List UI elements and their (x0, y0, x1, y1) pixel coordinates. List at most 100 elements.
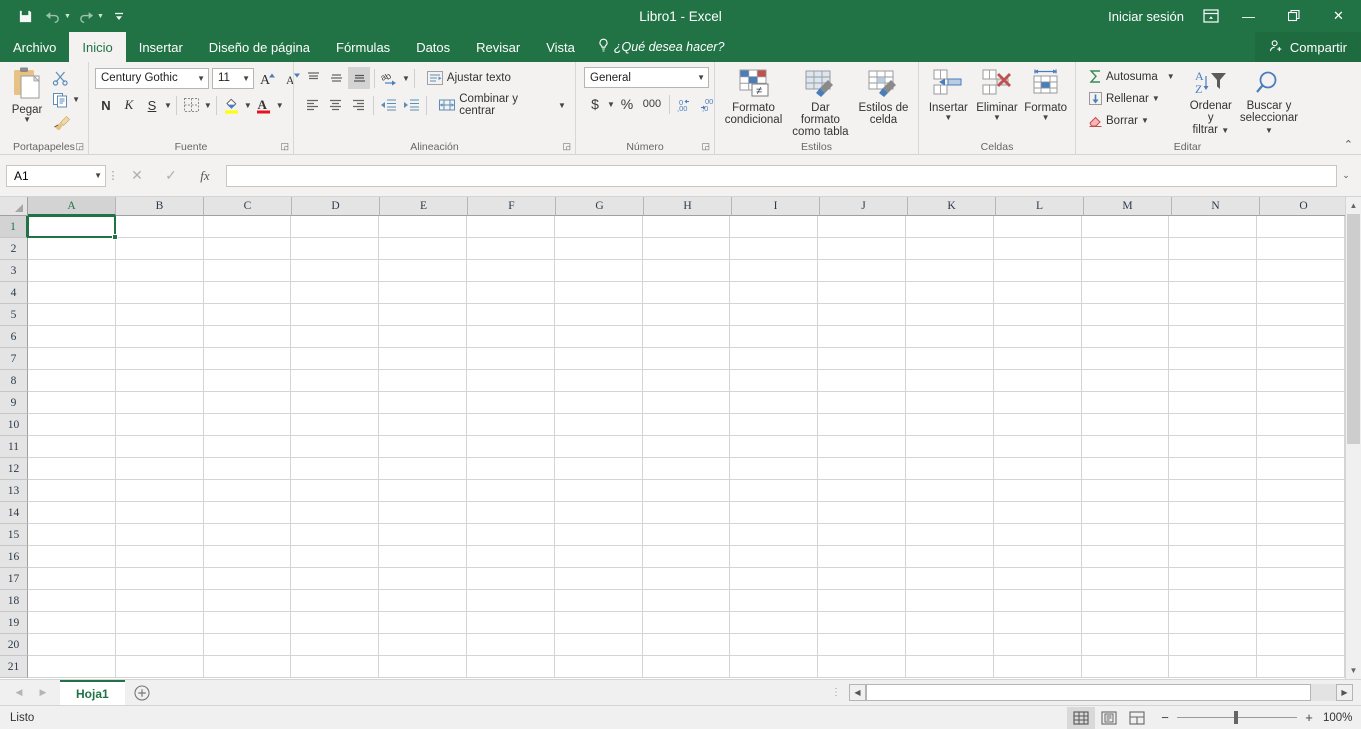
cell-O10[interactable] (1257, 414, 1345, 436)
vertical-scroll-thumb[interactable] (1347, 214, 1360, 444)
cell-I21[interactable] (730, 656, 819, 678)
cell-D19[interactable] (291, 612, 380, 634)
cell-E13[interactable] (379, 480, 467, 502)
cell-B21[interactable] (115, 656, 204, 678)
cell-L12[interactable] (993, 458, 1082, 480)
cell-A13[interactable] (28, 480, 116, 502)
font-size-combo[interactable]: 11 ▼ (212, 67, 254, 89)
scroll-right-button[interactable]: ▶ (1336, 684, 1353, 701)
cell-E2[interactable] (379, 238, 467, 260)
cell-K2[interactable] (905, 238, 994, 260)
cell-E19[interactable] (379, 612, 467, 634)
autosum-dropdown-icon[interactable]: ▼ (1167, 73, 1175, 81)
cell-F21[interactable] (466, 656, 555, 678)
format-painter-button[interactable] (49, 111, 83, 132)
cell-C14[interactable] (203, 502, 292, 524)
cell-E10[interactable] (379, 414, 467, 436)
cell-O15[interactable] (1257, 524, 1345, 546)
cell-E7[interactable] (379, 348, 467, 370)
cell-F10[interactable] (466, 414, 555, 436)
font-name-combo[interactable]: Century Gothic ▼ (95, 67, 209, 89)
select-all-button[interactable] (0, 197, 28, 216)
cell-B15[interactable] (115, 524, 204, 546)
cell-C19[interactable] (203, 612, 292, 634)
cell-C2[interactable] (203, 238, 292, 260)
cell-F1[interactable] (466, 216, 555, 238)
cell-F16[interactable] (466, 546, 555, 568)
cell-J19[interactable] (818, 612, 906, 634)
tab-archivo[interactable]: Archivo (0, 32, 70, 62)
cell-D12[interactable] (291, 458, 380, 480)
fill-button[interactable]: Rellenar ▼ (1085, 88, 1178, 109)
cell-C10[interactable] (203, 414, 292, 436)
borders-button[interactable] (181, 94, 203, 116)
row-header-13[interactable]: 13 (0, 480, 28, 502)
cell-K14[interactable] (905, 502, 994, 524)
borders-dropdown-icon[interactable]: ▼ (204, 101, 212, 109)
cell-H21[interactable] (642, 656, 731, 678)
row-header-18[interactable]: 18 (0, 590, 28, 612)
zoom-slider-thumb[interactable] (1234, 711, 1238, 724)
cell-O2[interactable] (1257, 238, 1345, 260)
cell-F3[interactable] (466, 260, 555, 282)
previous-sheet-button[interactable]: ◀ (12, 687, 26, 698)
cell-C11[interactable] (203, 436, 292, 458)
align-center-button[interactable] (325, 94, 347, 116)
collapse-ribbon-button[interactable]: ⌃ (1344, 138, 1353, 151)
cell-M10[interactable] (1081, 414, 1170, 436)
increase-indent-button[interactable] (401, 94, 423, 116)
cell-I2[interactable] (730, 238, 819, 260)
cell-O9[interactable] (1257, 392, 1345, 414)
cell-N15[interactable] (1169, 524, 1258, 546)
cell-F12[interactable] (466, 458, 555, 480)
sheet-tab-hoja1[interactable]: Hoja1 (60, 679, 125, 706)
page-layout-view-button[interactable] (1095, 707, 1123, 729)
cell-F19[interactable] (466, 612, 555, 634)
cell-G17[interactable] (554, 568, 643, 590)
cell-J20[interactable] (818, 634, 906, 656)
cell-C15[interactable] (203, 524, 292, 546)
cell-H17[interactable] (642, 568, 731, 590)
fuente-dialog-launcher-icon[interactable]: ◲ (280, 139, 289, 154)
cell-I16[interactable] (730, 546, 819, 568)
cell-D15[interactable] (291, 524, 380, 546)
cell-K1[interactable] (905, 216, 994, 238)
cell-L16[interactable] (993, 546, 1082, 568)
cell-A3[interactable] (28, 260, 116, 282)
row-header-9[interactable]: 9 (0, 392, 28, 414)
row-header-17[interactable]: 17 (0, 568, 28, 590)
cell-H13[interactable] (642, 480, 731, 502)
cell-G9[interactable] (554, 392, 643, 414)
cell-K21[interactable] (905, 656, 994, 678)
horizontal-scroll-thumb[interactable] (866, 684, 1311, 701)
autosum-button[interactable]: Autosuma ▼ (1085, 66, 1178, 87)
cell-G21[interactable] (554, 656, 643, 678)
cell-B8[interactable] (115, 370, 204, 392)
cell-H14[interactable] (642, 502, 731, 524)
cell-M4[interactable] (1081, 282, 1170, 304)
cell-L19[interactable] (993, 612, 1082, 634)
cell-B7[interactable] (115, 348, 204, 370)
cell-F20[interactable] (466, 634, 555, 656)
number-format-dropdown-icon[interactable]: ▼ (693, 73, 705, 82)
tab-vista[interactable]: Vista (533, 32, 588, 62)
cell-N17[interactable] (1169, 568, 1258, 590)
name-box-dropdown-icon[interactable]: ▼ (94, 171, 102, 180)
cell-L20[interactable] (993, 634, 1082, 656)
cell-G1[interactable] (554, 216, 643, 238)
cell-O16[interactable] (1257, 546, 1345, 568)
redo-icon[interactable] (73, 4, 99, 28)
cell-L6[interactable] (993, 326, 1082, 348)
column-header-O[interactable]: O (1260, 197, 1345, 216)
cell-B14[interactable] (115, 502, 204, 524)
confirm-entry-button[interactable]: ✓ (154, 164, 188, 188)
row-header-4[interactable]: 4 (0, 282, 28, 304)
cell-H1[interactable] (642, 216, 731, 238)
cell-M2[interactable] (1081, 238, 1170, 260)
cell-K20[interactable] (905, 634, 994, 656)
cell-C4[interactable] (203, 282, 292, 304)
cell-K7[interactable] (905, 348, 994, 370)
merge-and-center-button[interactable]: Combinar y centrar ▼ (435, 93, 569, 117)
undo-icon[interactable] (40, 4, 66, 28)
cell-E4[interactable] (379, 282, 467, 304)
